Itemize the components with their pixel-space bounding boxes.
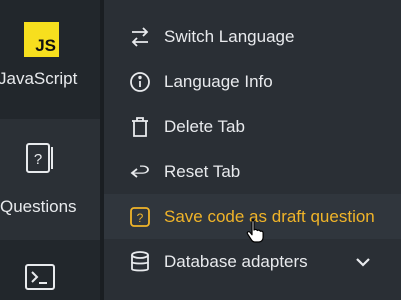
menu-item-delete-tab[interactable]: Delete Tab [104,104,401,149]
database-icon [131,251,149,272]
menu-item-database-adapters[interactable]: Database adapters [104,239,401,284]
sidebar-item-label: JavaScript [0,69,78,88]
context-menu: Switch Language Language Info Delete Tab… [104,0,401,300]
sidebar-item-questions[interactable]: ? Questions [0,119,100,240]
sidebar-item-terminal[interactable] [0,241,100,300]
sidebar: JS JavaScript ? Questions [0,0,100,300]
draft-question-icon: ? [130,207,150,227]
info-icon [130,72,150,92]
svg-text:?: ? [34,151,42,168]
sidebar-item-label: Questions [0,197,77,216]
hand-pointer-cursor-icon [246,219,264,243]
terminal-icon [25,264,55,290]
trash-icon [132,117,148,137]
undo-arrow-icon [130,165,149,178]
js-logo-icon: JS [24,22,59,57]
menu-item-reset-tab[interactable]: Reset Tab [104,149,401,194]
svg-text:?: ? [137,211,144,225]
menu-item-language-info[interactable]: Language Info [104,59,401,104]
menu-item-switch-language[interactable]: Switch Language [104,14,401,59]
switch-arrows-icon [131,27,149,47]
sidebar-item-javascript[interactable]: JS JavaScript [0,0,100,118]
chevron-down-icon[interactable] [352,251,374,273]
question-card-icon: ? [26,143,53,173]
